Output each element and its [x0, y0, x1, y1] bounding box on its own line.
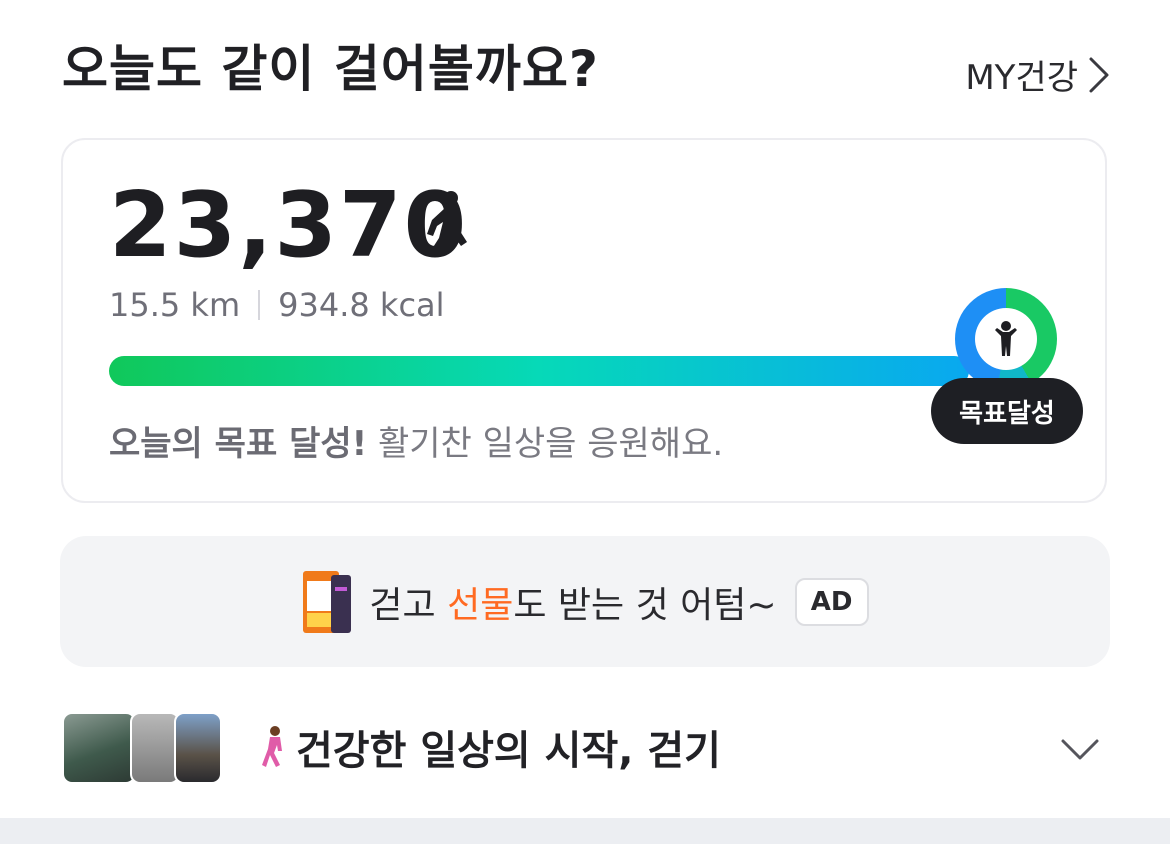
thumbnail-1	[62, 712, 136, 784]
distance-value: 15.5 km	[109, 286, 241, 324]
calories-value: 934.8 kcal	[278, 286, 445, 324]
ad-banner[interactable]: 걷고 선물도 받는 것 어텀~ AD	[60, 536, 1110, 667]
goal-achieved-badge: 목표달성	[931, 378, 1083, 444]
chevron-right-icon	[1089, 57, 1109, 92]
ad-text-highlight: 선물	[447, 584, 514, 626]
thumbnail-3	[174, 712, 222, 784]
section-divider	[0, 818, 1170, 844]
goal-ring	[955, 288, 1057, 390]
thumbnail-2	[130, 712, 180, 784]
ad-text: 걷고 선물도 받는 것 어텀~	[369, 576, 776, 628]
walk-stats: 15.5 km 934.8 kcal	[109, 286, 445, 324]
woman-walking-icon	[262, 726, 282, 767]
page-title: 오늘도 같이 걸어볼까요?	[62, 40, 599, 98]
content-row-title: 건강한 일상의 시작, 걷기	[258, 718, 721, 776]
my-health-label: MY건강	[965, 58, 1078, 98]
progress-bar	[109, 356, 969, 386]
chevron-down-icon[interactable]	[1060, 738, 1100, 762]
header: 오늘도 같이 걸어볼까요? MY건강	[62, 36, 1110, 106]
ad-content: 걷고 선물도 받는 것 어텀~ AD	[60, 536, 1110, 667]
ad-tag: AD	[794, 577, 869, 626]
ad-text-after: 도 받는 것 어텀~	[513, 584, 777, 626]
content-row-title-text: 건강한 일상의 시작, 걷기	[296, 728, 721, 774]
stats-divider	[258, 290, 261, 320]
steps-card[interactable]: 23,370 15.5 km 934.8 kcal 목표달성 오늘의 목표 달성…	[61, 138, 1107, 503]
walking-content-row[interactable]: 건강한 일상의 시작, 걷기	[62, 712, 1110, 786]
my-health-link[interactable]: MY건강	[965, 50, 1110, 99]
goal-message-bold: 오늘의 목표 달성!	[109, 424, 368, 464]
ad-text-before: 걷고	[369, 584, 448, 626]
walking-person-icon	[427, 191, 467, 256]
step-count: 23,370	[109, 173, 469, 278]
goal-message-rest: 활기찬 일상을 응원해요.	[367, 424, 724, 464]
goal-message: 오늘의 목표 달성! 활기찬 일상을 응원해요.	[109, 416, 723, 465]
product-box-icon	[303, 570, 352, 633]
content-thumbnails	[62, 712, 222, 786]
goal-person-icon	[995, 321, 1017, 356]
